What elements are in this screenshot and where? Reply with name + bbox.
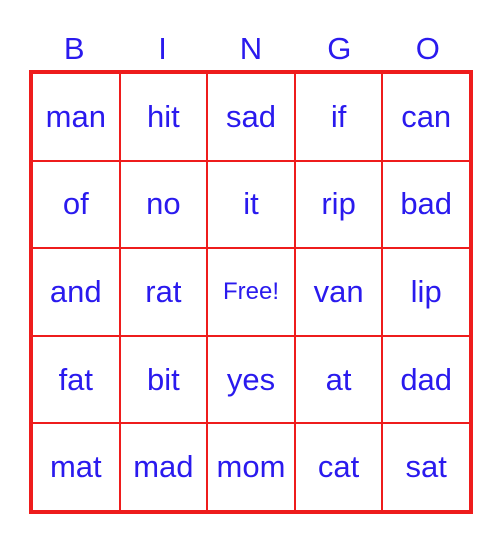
bingo-cell[interactable]: it [207,160,295,249]
bingo-cell[interactable]: lip [382,248,470,336]
bingo-cell[interactable]: yes [207,335,295,424]
header-letter: G [327,31,352,66]
bingo-grid: man hit sad if can of no it rip bad and rat Free! van… [29,70,473,514]
bingo-cell[interactable]: mom [207,423,295,511]
bingo-cell[interactable]: and [32,248,120,336]
bingo-cell[interactable]: bit [119,335,208,424]
bingo-cell[interactable]: can [382,73,470,161]
header-letter: I [158,31,167,66]
header-letter: N [239,31,263,66]
bingo-cell[interactable]: at [294,335,383,424]
bingo-cell[interactable]: if [294,73,383,161]
bingo-cell[interactable]: rip [294,160,383,249]
bingo-cell[interactable]: dad [382,335,470,424]
bingo-cell[interactable]: mat [32,423,120,511]
bingo-cell[interactable]: hit [119,73,208,161]
bingo-cell[interactable]: man [32,73,120,161]
bingo-cell[interactable]: rat [119,248,208,336]
header-letter: B [63,31,85,66]
bingo-cell[interactable]: sat [382,423,470,511]
header-letter: O [415,31,440,66]
bingo-cell[interactable]: of [32,160,120,249]
bingo-cell[interactable]: mad [119,423,208,511]
bingo-cell[interactable]: bad [382,160,470,249]
bingo-cell[interactable]: van [294,248,383,336]
bingo-cell[interactable]: fat [32,335,120,424]
bingo-header: BINGO [30,30,472,68]
bingo-cell[interactable]: no [119,160,208,249]
free-space-cell[interactable]: Free! [207,248,295,336]
bingo-cell[interactable]: cat [294,423,383,511]
bingo-cell[interactable]: sad [207,73,295,161]
